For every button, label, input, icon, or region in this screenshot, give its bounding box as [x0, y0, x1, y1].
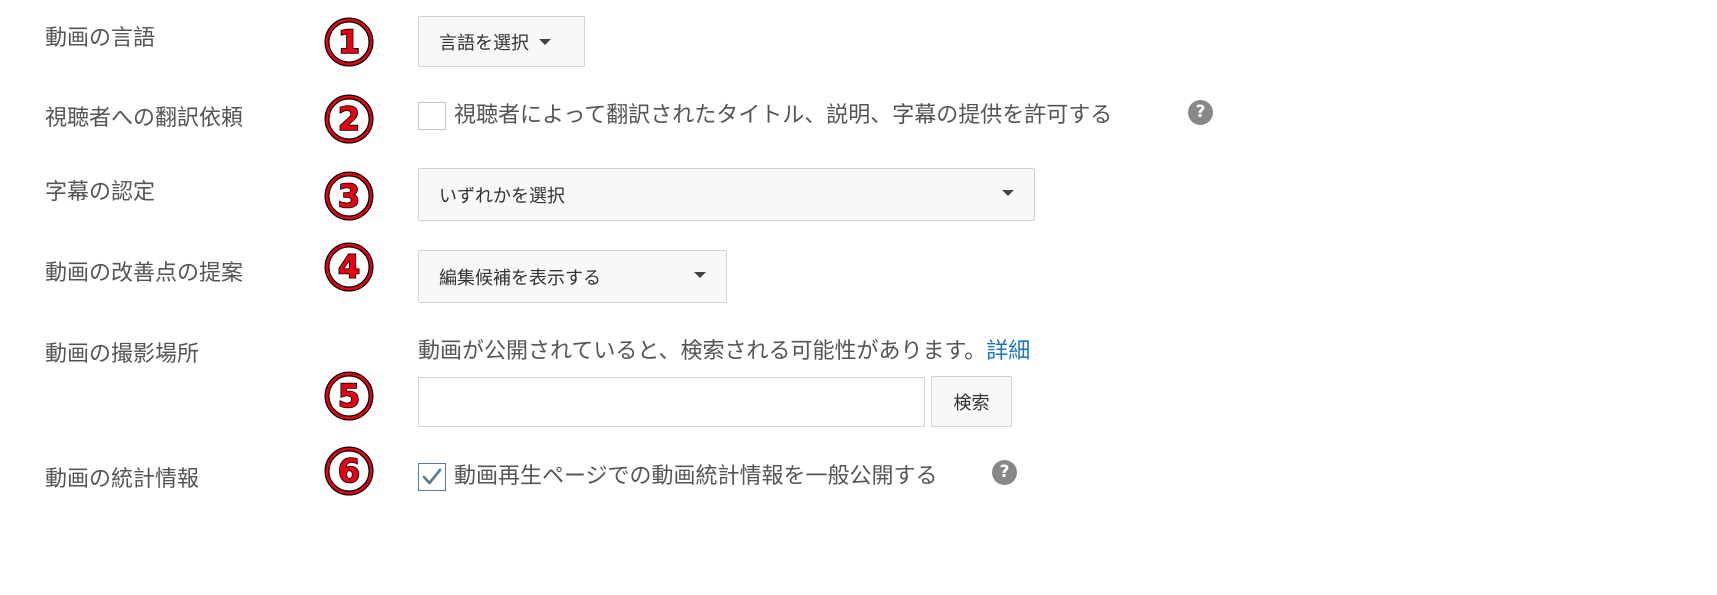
number-badge-3: 3: [323, 170, 375, 222]
svg-text:4: 4: [338, 248, 360, 286]
svg-text:1: 1: [338, 23, 360, 61]
caret-down-icon: [694, 272, 706, 278]
help-icon[interactable]: ?: [992, 460, 1017, 485]
caption-certification-select[interactable]: いずれかを選択: [418, 168, 1035, 221]
location-info-text: 動画が公開されていると、検索される可能性があります。詳細: [418, 338, 1030, 366]
improvement-suggestions-select-value: 編集候補を表示する: [439, 267, 601, 289]
caption-certification-select-value: いずれかを選択: [439, 185, 565, 207]
video-location-label: 動画の撮影場所: [45, 342, 200, 367]
details-link[interactable]: 詳細: [986, 339, 1030, 364]
caret-down-icon: [1002, 190, 1014, 196]
public-stats-checkbox[interactable]: [418, 463, 446, 491]
allow-translation-label: 視聴者によって翻訳されたタイトル、説明、字幕の提供を許可する: [454, 103, 1113, 128]
svg-text:2: 2: [338, 100, 360, 138]
number-badge-2: 2: [323, 93, 375, 145]
select-language-button-label: 言語を選択: [439, 32, 529, 54]
select-language-button[interactable]: 言語を選択: [418, 16, 585, 67]
number-badge-6: 6: [323, 445, 375, 497]
location-info-message: 動画が公開されていると、検索される可能性があります。: [418, 339, 987, 364]
location-search-button-label: 検索: [953, 392, 990, 414]
caption-certification-label: 字幕の認定: [45, 180, 156, 205]
svg-text:6: 6: [338, 452, 360, 490]
allow-translation-checkbox[interactable]: [418, 102, 446, 130]
svg-text:3: 3: [338, 177, 360, 215]
improvement-suggestions-label: 動画の改善点の提案: [45, 261, 244, 286]
location-search-input[interactable]: [418, 377, 925, 427]
viewer-translation-label: 視聴者への翻訳依頼: [45, 106, 244, 131]
location-search-button[interactable]: 検索: [931, 376, 1012, 427]
svg-text:5: 5: [338, 377, 360, 415]
video-statistics-label: 動画の統計情報: [45, 467, 200, 492]
number-badge-5: 5: [323, 370, 375, 422]
video-language-label: 動画の言語: [45, 26, 156, 51]
public-stats-label: 動画再生ページでの動画統計情報を一般公開する: [454, 464, 938, 489]
number-badge-4: 4: [323, 241, 375, 293]
number-badge-1: 1: [323, 16, 375, 68]
caret-down-icon: [539, 38, 551, 45]
checkmark-icon: [422, 468, 442, 485]
help-icon[interactable]: ?: [1188, 100, 1213, 125]
improvement-suggestions-select[interactable]: 編集候補を表示する: [418, 250, 727, 303]
